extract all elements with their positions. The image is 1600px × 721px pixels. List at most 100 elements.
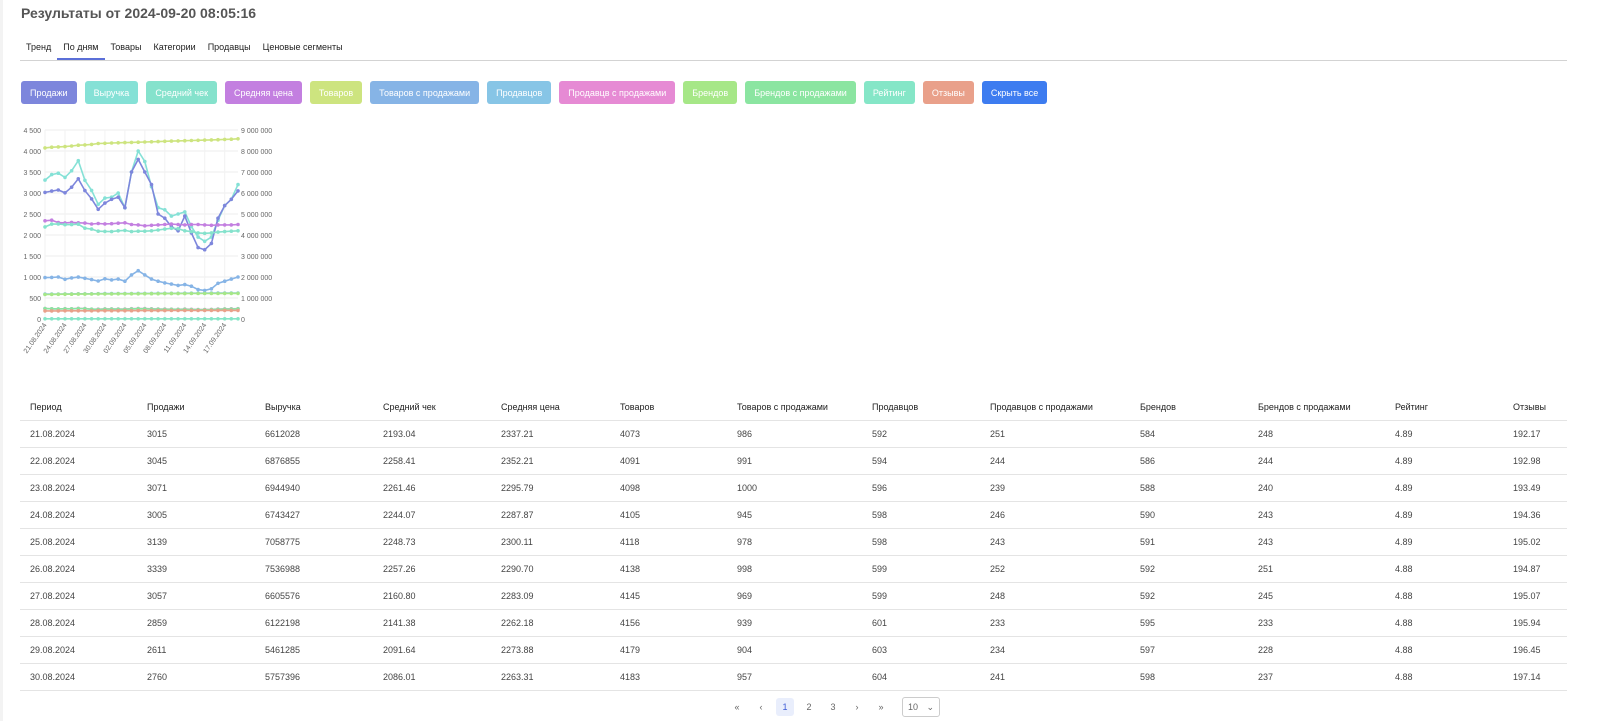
data-point — [43, 292, 47, 297]
data-point — [236, 222, 240, 227]
data-point — [143, 273, 147, 277]
data-point — [169, 214, 174, 218]
data-point — [196, 291, 200, 296]
data-point — [56, 171, 61, 175]
data-point — [176, 317, 180, 321]
data-point — [229, 197, 234, 202]
data-point — [136, 317, 140, 321]
data-point — [63, 309, 67, 313]
data-point — [89, 317, 94, 321]
metric-toggle-button[interactable]: Брендов — [683, 81, 738, 104]
tab-5[interactable]: Ценовые сегменты — [257, 36, 349, 60]
y-left-tick-label: 3 000 — [23, 191, 41, 198]
table-cell: 7536988 — [265, 564, 301, 574]
table-cell: 4.88 — [1395, 672, 1413, 682]
data-point — [196, 138, 200, 143]
series-line — [44, 157, 239, 251]
data-point — [156, 308, 160, 313]
data-point — [149, 229, 154, 233]
data-point — [129, 292, 134, 296]
data-point — [49, 275, 54, 280]
data-point — [163, 281, 167, 285]
page-size-select[interactable]: 10 ⌄ — [902, 697, 940, 717]
column-header: Товаров с продажами — [737, 402, 828, 412]
data-point — [169, 282, 174, 286]
table-cell: 6743427 — [265, 510, 301, 520]
series-line — [44, 269, 239, 292]
data-point — [43, 178, 47, 182]
page-3-button[interactable]: 3 — [824, 698, 842, 716]
table-cell: 4105 — [620, 510, 641, 520]
data-point — [43, 190, 47, 195]
metric-toggle-button[interactable]: Продавцов — [487, 81, 552, 104]
data-point — [136, 268, 140, 273]
next-page-button[interactable]: › — [848, 698, 866, 716]
hide-all-button[interactable]: Скрыть все — [981, 81, 1048, 104]
data-point — [176, 222, 180, 227]
table-cell: 2611 — [147, 645, 167, 655]
metric-toggle-button[interactable]: Средний чек — [146, 81, 218, 104]
metric-toggle-button[interactable]: Товаров — [309, 81, 363, 104]
data-point — [63, 191, 67, 195]
data-point — [169, 317, 174, 321]
data-point — [103, 201, 107, 205]
data-point — [209, 317, 214, 321]
table-cell: 251 — [990, 429, 1006, 439]
data-point — [183, 317, 187, 321]
tab-4[interactable]: Продавцы — [202, 36, 257, 60]
table-cell: 3071 — [147, 483, 168, 493]
tab-1[interactable]: По дням — [57, 36, 105, 60]
page-2-button[interactable]: 2 — [800, 698, 818, 716]
tab-2[interactable]: Товары — [105, 36, 148, 60]
table-cell: 234 — [990, 645, 1006, 655]
data-point — [163, 291, 167, 296]
table-cell: 2091.64 — [383, 645, 416, 655]
data-point — [56, 222, 61, 226]
tab-0[interactable]: Тренд — [20, 36, 57, 60]
last-page-button[interactable]: » — [872, 698, 890, 716]
data-point — [196, 231, 200, 235]
metric-toggle-button[interactable]: Выручка — [84, 81, 139, 104]
data-point — [216, 317, 220, 321]
metric-toggle-button[interactable]: Рейтинг — [863, 81, 915, 104]
data-point — [236, 308, 240, 313]
data-point — [103, 196, 107, 200]
table-cell: 243 — [1258, 510, 1274, 520]
table-cell: 4183 — [620, 672, 641, 682]
data-point — [103, 317, 107, 321]
page-1-button[interactable]: 1 — [776, 698, 794, 716]
data-point — [43, 275, 47, 280]
data-point — [129, 273, 134, 277]
table-cell: 2261.46 — [383, 483, 416, 493]
table-cell: 2258.41 — [383, 456, 416, 466]
data-point — [116, 292, 120, 296]
data-point — [189, 138, 194, 143]
data-point — [69, 222, 74, 227]
column-header: Средний чек — [383, 402, 436, 412]
metric-toggle-button[interactable]: Продажи — [21, 81, 77, 104]
metric-toggle-button[interactable]: Средняя цена — [225, 81, 302, 104]
data-point — [163, 208, 167, 212]
metric-toggle-button[interactable]: Продавцв с продажами — [559, 81, 676, 104]
column-header: Продавцов с продажами — [990, 402, 1093, 412]
data-point — [136, 229, 140, 233]
table-row: 26.08.2024 3339 7536988 2257.26 2290.70 4138 9… — [20, 556, 1567, 583]
data-point — [69, 309, 74, 313]
tab-3[interactable]: Категории — [147, 36, 201, 60]
data-point — [222, 229, 227, 234]
table-cell: 2300.11 — [501, 537, 533, 547]
prev-page-button[interactable]: ‹ — [752, 698, 770, 716]
table-cell: 2257.26 — [383, 564, 416, 574]
first-page-button[interactable]: « — [728, 698, 746, 716]
metric-toggle-button[interactable]: Брендов с продажами — [745, 81, 856, 104]
metric-toggle-button[interactable]: Отзывы — [922, 81, 974, 104]
metric-toggle-button[interactable]: Товаров с продажами — [370, 81, 480, 104]
table-cell: 598 — [872, 510, 888, 520]
data-point — [43, 225, 47, 229]
data-point — [109, 308, 114, 313]
data-point — [129, 317, 134, 321]
table-cell: 596 — [872, 483, 888, 493]
data-point — [176, 291, 180, 296]
data-point — [236, 291, 240, 296]
data-point — [123, 140, 127, 145]
